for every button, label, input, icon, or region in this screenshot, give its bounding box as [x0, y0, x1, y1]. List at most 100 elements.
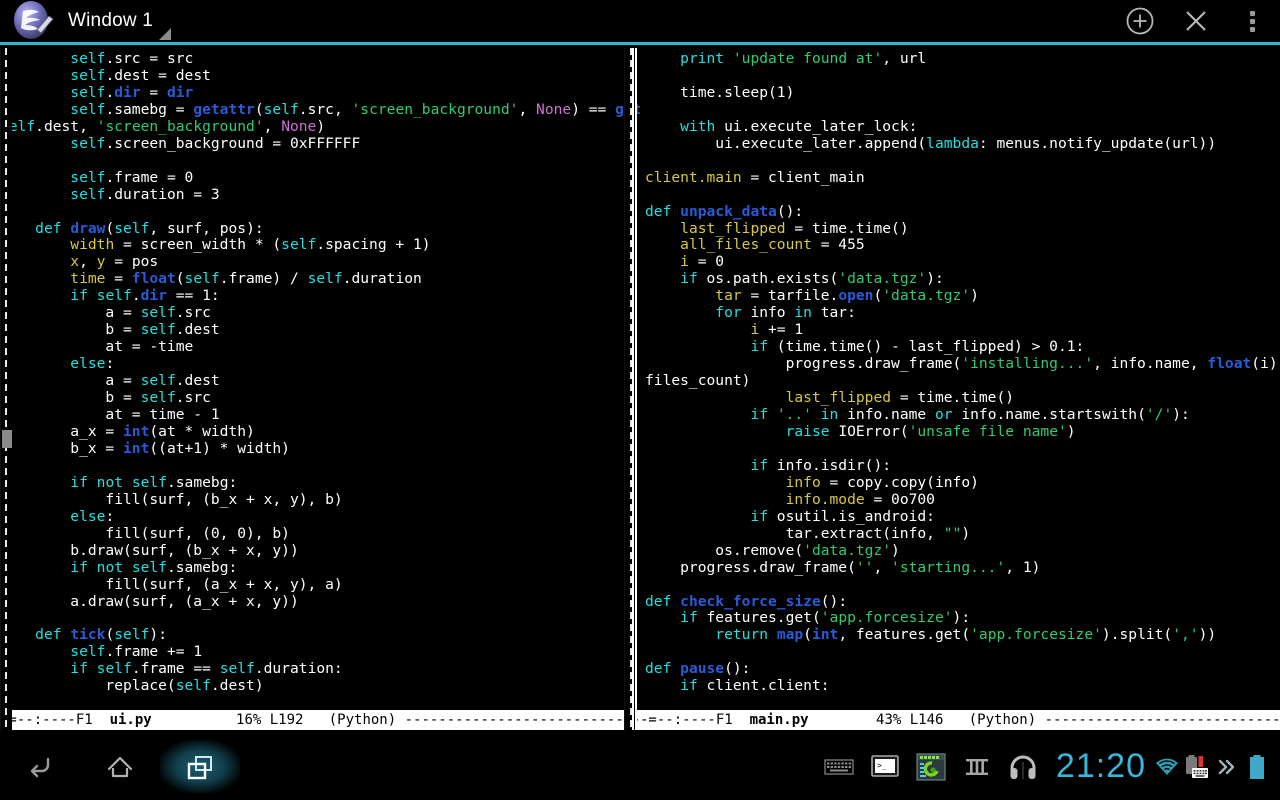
- editor-area: self.src = src self.dest = dest self.dir…: [0, 48, 1280, 730]
- code-token: def: [645, 203, 671, 220]
- emacs-android-screen: Window 1 self.src = src: [0, 0, 1280, 800]
- code-token: map: [777, 626, 803, 643]
- scrollbar-right[interactable]: [0, 48, 12, 730]
- code-token: 'app.forcesize': [970, 626, 1102, 643]
- code-token: osutil.is_android:: [768, 508, 935, 525]
- code-token: : menus.notify_update(url)): [979, 135, 1216, 152]
- code-line: self.frame += 1: [0, 644, 640, 661]
- wifi-status-icon[interactable]: [1152, 733, 1182, 800]
- code-line: self.samebg = getattr(self.src, 'screen_…: [0, 102, 640, 119]
- code-line: [0, 458, 640, 475]
- code-token: (i) / all_\: [1251, 355, 1280, 372]
- code-token: self: [132, 474, 167, 491]
- code-token: [645, 304, 715, 321]
- code-token: '/': [1146, 406, 1172, 423]
- code-token: , url: [882, 50, 926, 67]
- new-window-button[interactable]: [1112, 0, 1168, 44]
- editor-pane-left[interactable]: self.src = src self.dest = dest self.dir…: [0, 48, 640, 730]
- battery-status-icon[interactable]: [1242, 733, 1272, 800]
- modeline-right: -=--:----F1 main.py 43% L146 (Python) --…: [640, 710, 1280, 730]
- code-token: a =: [0, 304, 141, 321]
- code-line: info.mode = 0o700: [645, 492, 1280, 509]
- code-token: self: [97, 287, 132, 304]
- code-token: (time.time() - last_flipped) > 0.1:: [768, 338, 1084, 355]
- home-button[interactable]: [80, 733, 160, 800]
- dropdown-caret-icon[interactable]: [159, 28, 171, 40]
- code-token: pause: [680, 660, 724, 677]
- back-arrow-icon: [20, 747, 60, 787]
- code-token: in: [821, 406, 839, 423]
- code-token: else: [70, 508, 105, 525]
- code-line: b = self.dest: [0, 322, 640, 339]
- title-bar: Window 1: [0, 0, 1280, 45]
- double-chevron-right-icon: [1215, 756, 1239, 778]
- keyboard-alert-icon: [1182, 754, 1212, 780]
- overflow-menu-button[interactable]: [1224, 0, 1280, 44]
- code-token: ):: [953, 609, 971, 626]
- abacus-icon: [962, 754, 992, 780]
- code-token: client.main: [645, 169, 742, 186]
- code-token: [123, 474, 132, 491]
- code-token: self: [141, 389, 176, 406]
- code-token: [62, 626, 71, 643]
- code-token: .spacing + 1): [316, 236, 430, 253]
- code-line: last_flipped = time.time(): [645, 390, 1280, 407]
- code-token: self: [176, 677, 211, 694]
- code-token: [812, 406, 821, 423]
- code-token: tar: [715, 287, 741, 304]
- keyboard-alert-status-icon[interactable]: [1182, 733, 1212, 800]
- code-token: .samebg:: [167, 474, 237, 491]
- code-token: replace(: [0, 677, 176, 694]
- code-line: a = self.dest: [0, 373, 640, 390]
- code-token: [88, 474, 97, 491]
- code-token: = copy.copy(info): [821, 474, 979, 491]
- code-line: self.screen_background = 0xFFFFFF: [0, 136, 640, 153]
- headphones-tray-icon[interactable]: [1000, 733, 1046, 800]
- code-token: if: [750, 338, 768, 355]
- recent-apps-button[interactable]: [160, 733, 240, 800]
- code-token: .src,: [299, 101, 352, 118]
- code-buffer-main-py[interactable]: print 'update found at', url time.sleep(…: [640, 48, 1280, 710]
- code-line: else:: [0, 356, 640, 373]
- code-token: lambda: [926, 135, 979, 152]
- code-line: b.draw(surf, (b_x + x, y)): [0, 543, 640, 560]
- code-token: 'unsafe file name': [909, 423, 1067, 440]
- code-token: b =: [0, 321, 141, 338]
- code-token: '..': [777, 406, 812, 423]
- code-token: :: [105, 355, 114, 372]
- code-token: 'screen_background': [97, 118, 264, 135]
- code-token: 'data.tgz': [882, 287, 970, 304]
- close-window-button[interactable]: [1168, 0, 1224, 44]
- code-line: client.main = client_main: [645, 170, 1280, 187]
- code-buffer-ui-py[interactable]: self.src = src self.dest = dest self.dir…: [0, 48, 640, 710]
- code-token: 'screen_background': [352, 101, 519, 118]
- abacus-tray-icon[interactable]: [954, 733, 1000, 800]
- keyboard-tray-icon[interactable]: [816, 733, 862, 800]
- code-token: = time.time(): [786, 220, 909, 237]
- code-line: os.remove('data.tgz'): [645, 543, 1280, 560]
- editor-pane-right[interactable]: print 'update found at', url time.sleep(…: [640, 48, 1280, 730]
- code-token: info.isdir():: [768, 457, 891, 474]
- code-token: [645, 423, 786, 440]
- code-token: .frame ==: [132, 660, 220, 677]
- code-token: ui.execute_later.append(: [645, 135, 926, 152]
- back-button[interactable]: [0, 733, 80, 800]
- code-line: b_x = int((at+1) * width): [0, 441, 640, 458]
- code-token: .dest = dest: [105, 67, 210, 84]
- code-token: = 455: [812, 236, 865, 253]
- code-line: if (time.time() - last_flipped) > 0.1:: [645, 339, 1280, 356]
- app-tray-icon[interactable]: [908, 733, 954, 800]
- code-line: if info.isdir():: [645, 458, 1280, 475]
- headphones-icon: [1008, 753, 1038, 781]
- terminal-tray-icon[interactable]: >_: [862, 733, 908, 800]
- code-line: [645, 644, 1280, 661]
- code-token: [768, 626, 777, 643]
- code-token: (: [105, 220, 114, 237]
- code-token: info.mode: [786, 491, 865, 508]
- code-token: ui.execute_later_lock:: [715, 118, 917, 135]
- code-token: if: [680, 270, 698, 287]
- keyboard-icon: [824, 757, 854, 777]
- expand-status-icon[interactable]: [1212, 733, 1242, 800]
- code-token: = client_main: [742, 169, 865, 186]
- code-token: ((at+1) * width): [149, 440, 290, 457]
